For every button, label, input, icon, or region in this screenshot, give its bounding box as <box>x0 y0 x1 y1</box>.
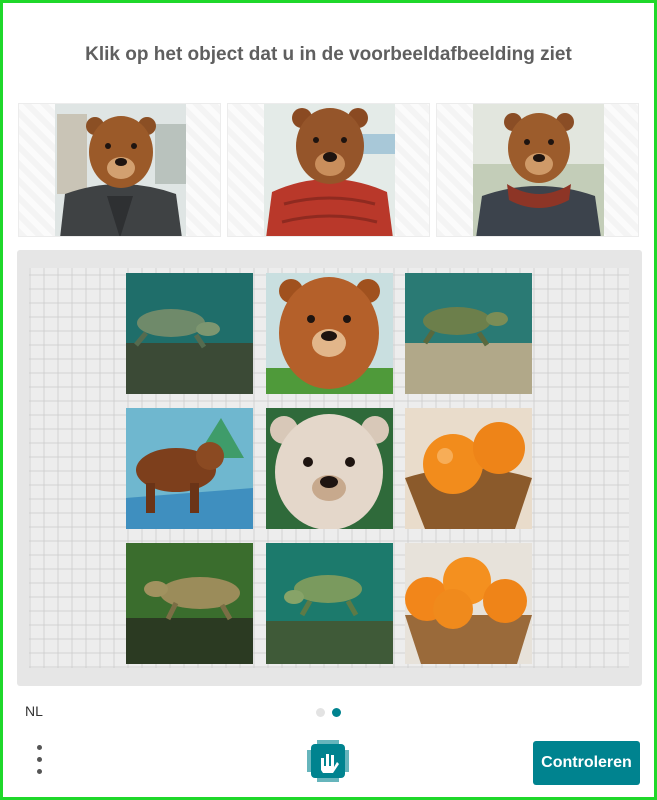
grid-tile-turtle-1[interactable] <box>126 273 253 394</box>
example-images <box>18 103 639 237</box>
pagination-dot-2 <box>332 708 342 717</box>
example-image-1 <box>18 103 221 237</box>
grid-tile-orange-2[interactable] <box>405 543 532 664</box>
example-image-3 <box>436 103 639 237</box>
challenge-grid-panel <box>17 250 642 686</box>
grid-tile-bear-2[interactable] <box>126 408 253 529</box>
grid-tile-turtle-3[interactable] <box>126 543 253 664</box>
language-selector[interactable]: NL <box>25 703 43 719</box>
example-image-2 <box>227 103 430 237</box>
prompt-title: Klik op het object dat u in de voorbeeld… <box>85 44 572 65</box>
hcaptcha-logo-icon <box>307 740 349 782</box>
submit-button[interactable]: Controleren <box>533 741 640 785</box>
grid-tile-bear-3[interactable] <box>266 408 393 529</box>
more-vertical-icon[interactable] <box>33 745 45 779</box>
grid-tile-turtle-2[interactable] <box>405 273 532 394</box>
pagination-dots <box>316 704 344 722</box>
challenge-grid <box>29 268 629 668</box>
grid-tile-bear-1[interactable] <box>266 273 393 394</box>
grid-tile-turtle-4[interactable] <box>266 543 393 664</box>
pagination-dot-1 <box>316 708 325 717</box>
grid-tile-orange-1[interactable] <box>405 408 532 529</box>
